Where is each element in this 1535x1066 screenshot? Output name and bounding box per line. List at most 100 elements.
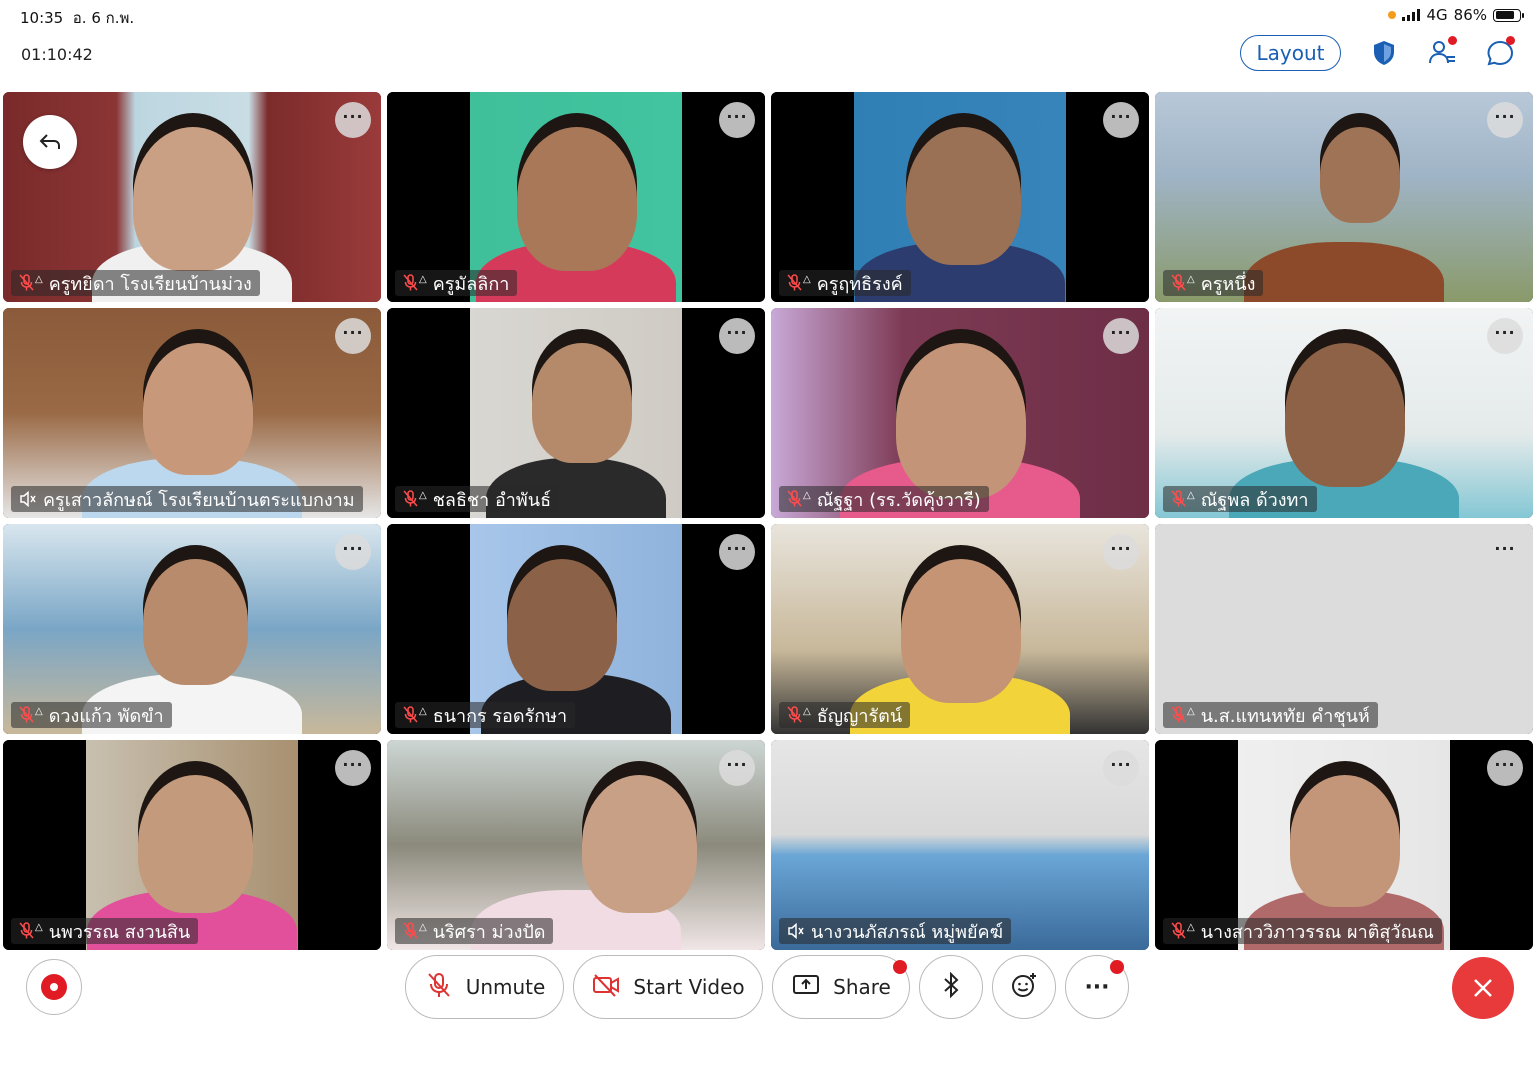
signal-icon <box>1402 9 1421 21</box>
bluetooth-audio-button[interactable] <box>919 955 983 1019</box>
mic-muted-icon: △ <box>787 274 811 292</box>
tile-more-button[interactable]: ··· <box>719 318 755 354</box>
participant-tile[interactable]: ··· △ ธนากร รอดรักษา <box>387 524 765 734</box>
participant-tile[interactable]: ··· นางวนภัสภรณ์ หมู่พยัคฆ์ <box>771 740 1149 950</box>
tile-more-button[interactable]: ··· <box>335 318 371 354</box>
chat-badge <box>1506 36 1515 45</box>
tile-more-button[interactable]: ··· <box>719 102 755 138</box>
participant-face <box>517 127 637 271</box>
meeting-timer: 01:10:42 <box>21 45 93 64</box>
participant-tile[interactable]: ··· △ ณัฐพล ด้วงทา <box>1155 308 1533 518</box>
layout-button[interactable]: Layout <box>1240 35 1341 71</box>
tile-more-button[interactable]: ··· <box>1487 318 1523 354</box>
mic-muted-icon: △ <box>19 706 43 724</box>
tile-more-button[interactable]: ··· <box>1487 534 1523 570</box>
close-icon <box>1474 979 1492 997</box>
participant-tile[interactable]: ··· △ นริศรา ม่วงปัด <box>387 740 765 950</box>
participant-name-label: △ ครูฤทธิรงค์ <box>779 270 911 296</box>
participant-tile[interactable]: ··· △ ครูฤทธิรงค์ <box>771 92 1149 302</box>
status-time-date: 10:35 อ. 6 ก.พ. <box>20 6 134 30</box>
network-type: 4G <box>1426 6 1448 24</box>
tile-more-button[interactable]: ··· <box>1103 534 1139 570</box>
mic-muted-icon: △ <box>1171 490 1195 508</box>
participant-tile[interactable]: ··· △ ณัฐฐา (รร.วัดคุ้งวารี) <box>771 308 1149 518</box>
more-options-button[interactable]: ··· <box>1065 955 1129 1019</box>
back-arrow-icon[interactable] <box>23 115 77 169</box>
tile-more-button[interactable]: ··· <box>1487 102 1523 138</box>
reactions-button[interactable] <box>992 955 1056 1019</box>
tile-more-button[interactable]: ··· <box>335 534 371 570</box>
participant-face <box>532 343 632 463</box>
tile-more-button[interactable]: ··· <box>719 750 755 786</box>
tile-more-button[interactable]: ··· <box>335 102 371 138</box>
participant-face <box>1290 775 1400 907</box>
participant-face <box>901 559 1021 703</box>
participant-name: ครูทยิดา โรงเรียนบ้านม่วง <box>48 273 252 295</box>
participant-tile[interactable]: ··· △ น.ส.แทนหทัย คำชุนห์ <box>1155 524 1533 734</box>
leave-meeting-button[interactable] <box>1452 957 1514 1019</box>
participant-tile[interactable]: ··· ครูเสาวลักษณ์ โรงเรียนบ้านตระแบกงาม <box>3 308 381 518</box>
mic-muted-icon: △ <box>787 706 811 724</box>
unmute-button[interactable]: Unmute <box>405 955 564 1019</box>
speaker-off-icon <box>19 491 37 507</box>
participant-name: ครูเสาวลักษณ์ โรงเรียนบ้านตระแบกงาม <box>43 489 355 511</box>
participant-name-label: △ ณัฐฐา (รร.วัดคุ้งวารี) <box>779 486 989 512</box>
mic-muted-icon: △ <box>1171 706 1195 724</box>
participant-tile[interactable]: ··· △ นางสาววิภาวรรณ ผาติสุวัณณ <box>1155 740 1533 950</box>
mic-muted-icon: △ <box>403 706 427 724</box>
participants-icon[interactable] <box>1427 36 1457 68</box>
record-button[interactable] <box>26 959 82 1015</box>
start-video-label: Start Video <box>633 975 745 999</box>
participant-name: ครูมัลลิกา <box>432 273 510 295</box>
participant-name-label: ครูเสาวลักษณ์ โรงเรียนบ้านตระแบกงาม <box>11 486 363 512</box>
tile-more-button[interactable]: ··· <box>1103 102 1139 138</box>
participant-tile[interactable]: ··· △ ดวงแก้ว พัดขำ <box>3 524 381 734</box>
shield-icon[interactable] <box>1369 38 1399 68</box>
participant-tile[interactable]: ··· △ ครูหนึ่ง <box>1155 92 1533 302</box>
tile-more-button[interactable]: ··· <box>1103 318 1139 354</box>
mic-muted-icon: △ <box>787 490 811 508</box>
status-time: 10:35 <box>20 9 64 27</box>
participant-name-label: △ นริศรา ม่วงปัด <box>395 918 554 944</box>
participant-face <box>507 559 617 691</box>
participant-face <box>896 343 1026 499</box>
mic-muted-icon: △ <box>403 922 427 940</box>
participant-name: ธัญญารัตน์ <box>816 705 903 727</box>
participant-face <box>143 343 253 475</box>
participant-name-label: นางวนภัสภรณ์ หมู่พยัคฆ์ <box>779 918 1011 944</box>
participants-badge <box>1448 36 1457 45</box>
participant-name-label: △ นพวรรณ สงวนสิน <box>11 918 199 944</box>
mic-muted-icon: △ <box>1171 274 1195 292</box>
speaker-off-icon <box>787 923 805 939</box>
share-button[interactable]: Share <box>772 955 910 1019</box>
more-options-badge <box>1110 960 1124 974</box>
participant-name-label: △ ธนากร รอดรักษา <box>395 702 576 728</box>
chat-icon[interactable] <box>1485 36 1515 68</box>
share-badge <box>893 960 907 974</box>
participant-tile[interactable]: ··· △ ธัญญารัตน์ <box>771 524 1149 734</box>
participant-name: ชลธิชา อำพันธ์ <box>432 489 552 511</box>
participant-name-label: △ ณัฐพล ด้วงทา <box>1163 486 1317 512</box>
battery-icon <box>1493 8 1524 22</box>
tile-more-button[interactable]: ··· <box>719 534 755 570</box>
participant-name: ณัฐพล ด้วงทา <box>1200 489 1309 511</box>
start-video-button[interactable]: Start Video <box>573 955 763 1019</box>
tile-more-button[interactable]: ··· <box>1487 750 1523 786</box>
tile-more-button[interactable]: ··· <box>335 750 371 786</box>
participant-name: ณัฐฐา (รร.วัดคุ้งวารี) <box>816 489 981 511</box>
mic-muted-icon: △ <box>403 274 427 292</box>
participant-tile[interactable]: ··· △ นพวรรณ สงวนสิน <box>3 740 381 950</box>
participant-name-label: △ ครูหนึ่ง <box>1163 270 1264 296</box>
participant-name-label: △ ชลธิชา อำพันธ์ <box>395 486 560 512</box>
tile-more-button[interactable]: ··· <box>1103 750 1139 786</box>
top-toolbar: Layout <box>1240 35 1515 71</box>
video-off-icon <box>591 970 621 1005</box>
participant-name: นริศรา ม่วงปัด <box>432 921 546 943</box>
participant-tile[interactable]: ··· △ ครูมัลลิกา <box>387 92 765 302</box>
participant-name: ครูหนึ่ง <box>1200 273 1256 295</box>
participant-tile[interactable]: ··· △ ชลธิชา อำพันธ์ <box>387 308 765 518</box>
participant-name-label: △ ครูมัลลิกา <box>395 270 518 296</box>
battery-percent: 86% <box>1453 6 1487 24</box>
participant-name: นางวนภัสภรณ์ หมู่พยัคฆ์ <box>811 921 1003 943</box>
participant-face <box>582 775 697 913</box>
